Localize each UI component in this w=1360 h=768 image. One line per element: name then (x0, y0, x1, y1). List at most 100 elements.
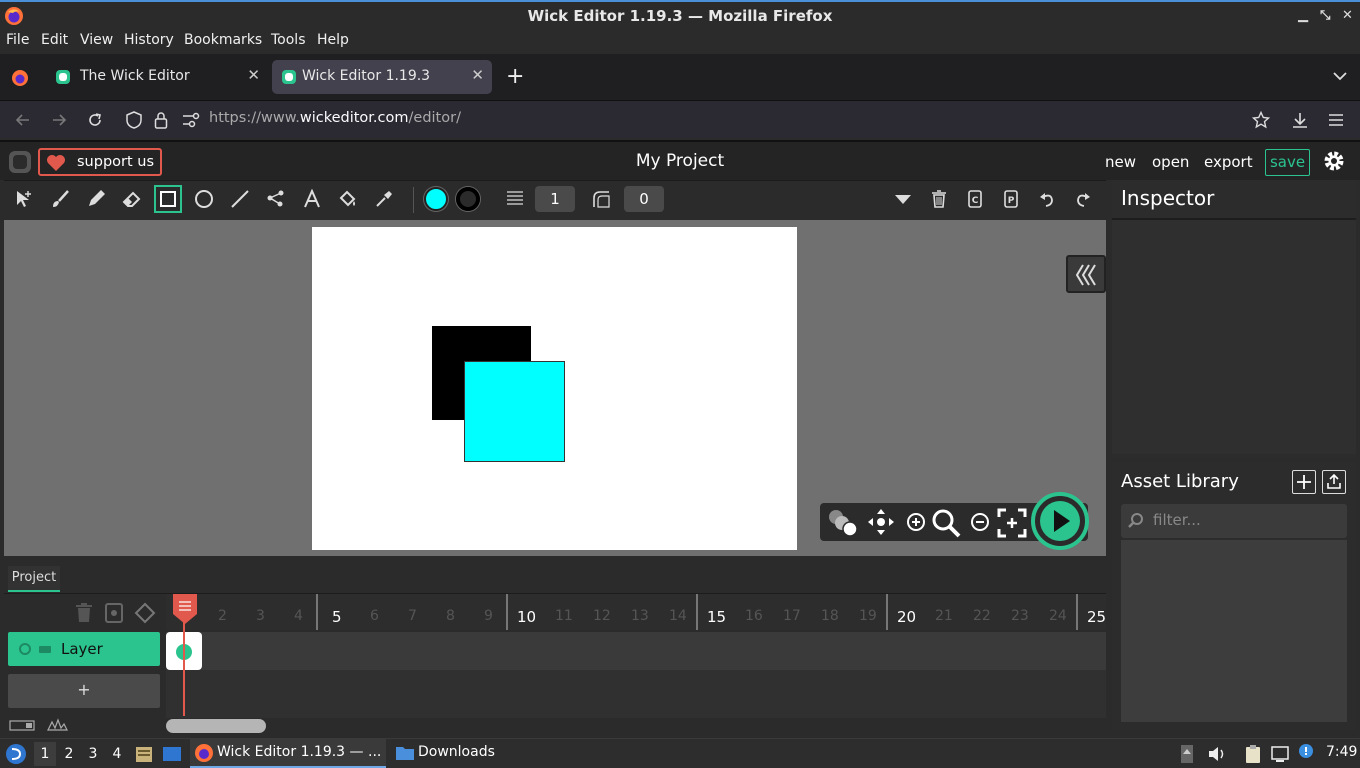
new-project-button[interactable]: new (1105, 153, 1136, 171)
back-icon[interactable] (14, 111, 32, 129)
import-asset-icon[interactable] (1322, 470, 1346, 494)
more-options-chevron-icon[interactable] (889, 185, 917, 213)
navigation-bar: https://www.wickeditor.com/editor/ (0, 100, 1360, 138)
stage[interactable] (312, 227, 797, 550)
collapse-panels-button[interactable] (1066, 255, 1106, 293)
permissions-icon[interactable] (182, 112, 200, 128)
layer-lock-icon[interactable] (38, 644, 52, 654)
timeline-view-toggle-icon[interactable] (8, 718, 36, 732)
clock[interactable]: 7:49 (1326, 744, 1357, 760)
copy-icon[interactable]: C (961, 185, 989, 213)
add-asset-plus-icon[interactable] (1292, 470, 1316, 494)
audio-waveform-icon[interactable] (46, 718, 68, 732)
desktop-launcher-icon[interactable] (162, 744, 182, 764)
workspace-1[interactable]: 1 (34, 742, 56, 766)
redo-icon[interactable] (1069, 185, 1097, 213)
file-manager-launcher-icon[interactable] (134, 744, 154, 764)
list-tabs-chevron-icon[interactable] (1332, 68, 1348, 84)
settings-gear-icon[interactable] (1322, 149, 1346, 173)
fill-bucket-tool-icon[interactable] (334, 185, 362, 213)
menu-history[interactable]: History (124, 32, 174, 48)
close-tab-icon[interactable]: ✕ (247, 66, 260, 84)
support-us-button[interactable]: support us (38, 148, 162, 176)
delete-trash-icon[interactable] (925, 185, 953, 213)
workspace-3[interactable]: 3 (82, 742, 104, 766)
rectangle-tool-icon[interactable] (154, 185, 182, 213)
asset-filter-input[interactable]: filter... (1121, 504, 1347, 538)
downloads-icon[interactable] (1291, 111, 1309, 129)
close-window-icon[interactable]: ✕ (1342, 8, 1353, 23)
cyan-rectangle-shape[interactable] (464, 361, 565, 462)
layer-frames-row[interactable] (166, 632, 1106, 670)
inspector-panel: Inspector (1112, 180, 1356, 458)
path-tool-icon[interactable] (262, 185, 290, 213)
bookmark-star-icon[interactable] (1252, 111, 1270, 129)
line-tool-icon[interactable] (226, 185, 254, 213)
add-layer-button[interactable]: + (8, 674, 160, 708)
restore-icon[interactable]: ⤡ (1320, 8, 1330, 23)
tab-wick-editor[interactable]: Wick Editor 1.19.3 ✕ (272, 60, 492, 94)
menu-bookmarks[interactable]: Bookmarks (184, 32, 262, 48)
zoom-out-icon[interactable] (968, 510, 992, 534)
delete-layer-icon[interactable] (74, 602, 94, 624)
reload-icon[interactable] (86, 111, 104, 129)
notification-tray-icon[interactable] (1297, 743, 1315, 763)
canvas-area[interactable] (4, 220, 1106, 556)
volume-icon[interactable] (1207, 745, 1227, 763)
undo-icon[interactable] (1033, 185, 1061, 213)
updates-tray-icon[interactable] (1180, 744, 1194, 764)
tracking-shield-icon[interactable] (126, 111, 142, 129)
playhead-handle[interactable] (172, 594, 198, 624)
play-button[interactable] (1031, 492, 1089, 550)
zoom-in-icon[interactable] (904, 510, 928, 534)
menu-tools[interactable]: Tools (271, 32, 306, 48)
eraser-tool-icon[interactable] (118, 185, 146, 213)
save-button[interactable]: save (1265, 149, 1310, 176)
hide-layer-icon[interactable] (104, 602, 124, 624)
menu-file[interactable]: File (6, 32, 29, 48)
network-tray-icon[interactable] (1270, 744, 1290, 764)
wick-logo-icon[interactable] (8, 150, 32, 174)
workspace-2[interactable]: 2 (58, 742, 80, 766)
menu-edit[interactable]: Edit (41, 32, 68, 48)
corner-radius-input[interactable]: 0 (624, 186, 664, 212)
tab-wick-home[interactable]: The Wick Editor ✕ (46, 60, 268, 94)
taskbar-firefox-window[interactable]: Wick Editor 1.19.3 — ... (190, 739, 386, 768)
workspace-4[interactable]: 4 (106, 742, 128, 766)
brush-tool-icon[interactable] (46, 185, 74, 213)
url-field[interactable]: https://www.wickeditor.com/editor/ (209, 110, 461, 126)
timeline-project-tab[interactable]: Project (8, 566, 60, 592)
new-tab-icon[interactable]: + (506, 64, 524, 89)
keyframe-diamond-icon[interactable] (134, 602, 156, 624)
paste-icon[interactable]: P (997, 185, 1025, 213)
cursor-tool-icon[interactable] (10, 185, 38, 213)
frame-number: 4 (294, 608, 303, 624)
onion-skin-icon[interactable] (824, 507, 860, 539)
fill-color-swatch[interactable] (422, 185, 450, 213)
clipboard-tray-icon[interactable] (1243, 744, 1263, 764)
stroke-width-input[interactable]: 1 (535, 186, 575, 212)
fit-to-screen-icon[interactable] (996, 507, 1028, 539)
zoom-reset-magnifier-icon[interactable] (930, 507, 962, 539)
open-project-button[interactable]: open (1152, 153, 1189, 171)
eyedropper-tool-icon[interactable] (370, 185, 398, 213)
pan-move-icon[interactable] (866, 507, 896, 537)
firefox-view-icon[interactable] (10, 68, 30, 88)
forward-icon[interactable] (50, 111, 68, 129)
close-tab-icon[interactable]: ✕ (471, 66, 484, 84)
pencil-tool-icon[interactable] (82, 185, 110, 213)
menu-help[interactable]: Help (317, 32, 349, 48)
timeline-horizontal-scrollbar[interactable] (166, 719, 266, 733)
layer-row[interactable]: Layer (8, 632, 160, 666)
text-tool-icon[interactable] (298, 185, 326, 213)
app-menu-icon[interactable] (1328, 112, 1344, 128)
menu-view[interactable]: View (80, 32, 113, 48)
layer-visibility-icon[interactable] (18, 642, 32, 656)
start-menu-icon[interactable] (5, 743, 27, 765)
minimize-icon[interactable]: ▁ (1298, 8, 1308, 23)
export-button[interactable]: export (1204, 153, 1253, 171)
ellipse-tool-icon[interactable] (190, 185, 218, 213)
stroke-color-swatch[interactable] (454, 185, 482, 213)
lock-icon[interactable] (154, 111, 168, 129)
taskbar-downloads-window[interactable]: Downloads (390, 739, 510, 768)
